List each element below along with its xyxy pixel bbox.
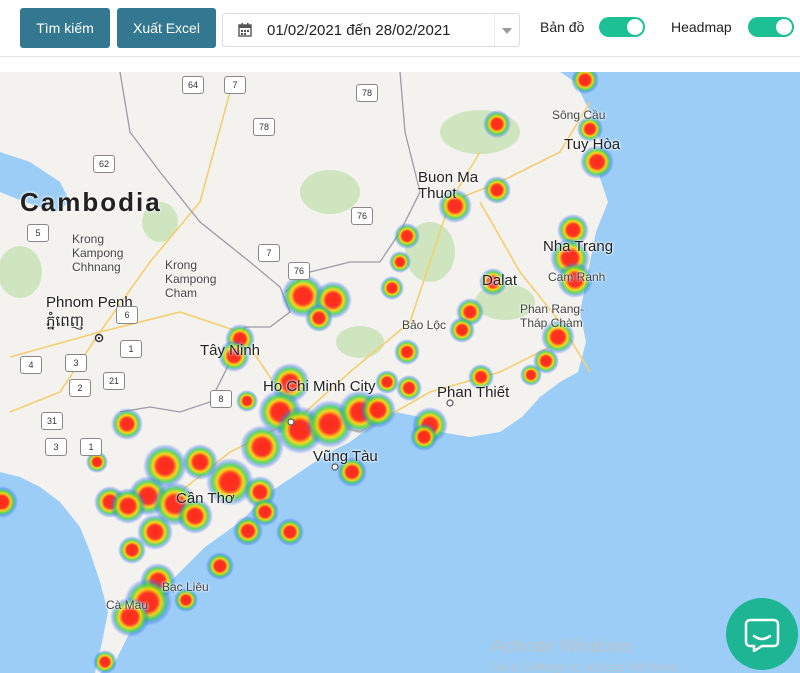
city-label-phan-rang: Phan Rang-Tháp Chàm <box>520 302 585 330</box>
city-label-kampong-cham: Krong Kampong Cham <box>165 258 217 300</box>
heat-spot <box>276 518 304 546</box>
heat-spot <box>394 339 420 365</box>
city-label-phan-thiet: Phan Thiết <box>437 384 510 401</box>
heat-spot <box>206 552 234 580</box>
road-shield: 62 <box>93 155 115 173</box>
city-label-dalat: Dalat <box>482 272 518 289</box>
city-label-nha-trang: Nha Trang <box>543 238 614 255</box>
heat-spot <box>236 390 258 412</box>
city-label-cam-ranh: Cam Ranh <box>548 270 606 284</box>
date-range-value: 01/02/2021 đến 28/02/2021 <box>267 22 451 39</box>
heat-spot <box>360 392 396 428</box>
city-label-buon-ma-thuot: Buon Ma Thuot <box>418 169 479 202</box>
heat-spot <box>110 488 146 524</box>
heatmap-toggle-label: Headmap <box>671 19 732 35</box>
map-toggle[interactable] <box>599 17 645 37</box>
heat-spot <box>389 251 411 273</box>
country-label: Cambodia <box>20 187 162 217</box>
city-label-song-cau: Sông Cầu <box>552 108 606 122</box>
heat-spot <box>305 304 333 332</box>
heat-spot <box>396 375 422 401</box>
heat-spot <box>375 370 399 394</box>
toggle-knob <box>627 19 643 35</box>
calendar-icon <box>237 22 253 43</box>
map-toggle-label: Bản đồ <box>540 19 585 35</box>
road-shield: 76 <box>351 207 373 225</box>
chat-bubble-icon <box>744 618 780 652</box>
heat-spot <box>251 498 279 526</box>
heat-spot <box>380 276 404 300</box>
heat-spot <box>449 317 475 343</box>
heat-spot <box>182 444 218 480</box>
toggle-knob <box>776 19 792 35</box>
road-shield: 7 <box>258 244 280 262</box>
road-shield: 2 <box>69 379 91 397</box>
road-shield: 64 <box>182 76 204 94</box>
road-shield: 3 <box>45 438 67 456</box>
road-shield: 3 <box>65 354 87 372</box>
road-shield: 1 <box>80 438 102 456</box>
road-shield: 31 <box>41 412 63 430</box>
chat-button[interactable] <box>726 598 798 670</box>
city-label-can-tho: Cần Thơ <box>176 490 235 507</box>
road-shield: 5 <box>27 224 49 242</box>
heat-spot <box>483 110 511 138</box>
heat-spot <box>410 423 438 451</box>
windows-watermark-subtitle: Go to Settings to activate Windows. <box>491 660 681 673</box>
city-label-bac-lieu: Bạc Liêu <box>162 580 209 594</box>
road-shield: 4 <box>20 356 42 374</box>
road-shield: 1 <box>120 340 142 358</box>
city-label-tuy-hoa: Tuy Hòa <box>564 136 621 153</box>
city-label-kampong-chhnang: Krong Kampong Chhnang <box>72 232 124 274</box>
city-label-ca-mau: Cà Mau <box>106 598 149 612</box>
heat-spot <box>240 425 284 469</box>
road-shield: 8 <box>210 390 232 408</box>
export-excel-button[interactable]: Xuất Excel <box>117 8 216 48</box>
city-label-bao-loc: Bảo Lộc <box>402 318 447 332</box>
road-shield: 78 <box>356 84 378 102</box>
road-shield: 78 <box>253 118 275 136</box>
heat-spot <box>93 650 117 673</box>
heat-spot <box>111 408 143 440</box>
search-button[interactable]: Tìm kiếm <box>20 8 110 48</box>
city-label-vung-tau: Vũng Tàu <box>313 448 378 465</box>
city-label-phnom-penh-khmer: ភ្នំពេញ <box>46 313 85 330</box>
chevron-down-icon[interactable] <box>494 14 519 46</box>
road-shield: 6 <box>116 306 138 324</box>
road-shield: 21 <box>103 372 125 390</box>
windows-watermark-title: Activate Windows <box>491 636 634 656</box>
city-label-ho-chi-minh: Ho Chi Minh City <box>263 378 376 395</box>
heat-spot <box>571 72 599 94</box>
heat-spot <box>394 223 420 249</box>
toolbar: Tìm kiếm Xuất Excel 01/02/2021 đến 28/02… <box>0 0 800 57</box>
date-range-picker[interactable]: 01/02/2021 đến 28/02/2021 <box>222 13 520 47</box>
heat-spot <box>118 536 146 564</box>
map-canvas[interactable]: Cambodia Phnom Penh ភ្នំពេញ Ho Chi Minh … <box>0 72 800 673</box>
city-label-tay-ninh: Tây Ninh <box>200 342 261 359</box>
road-shield: 7 <box>224 76 246 94</box>
road-shield: 76 <box>288 262 310 280</box>
heat-spot <box>520 364 542 386</box>
heatmap-toggle[interactable] <box>748 17 794 37</box>
heat-spot <box>0 486 18 518</box>
